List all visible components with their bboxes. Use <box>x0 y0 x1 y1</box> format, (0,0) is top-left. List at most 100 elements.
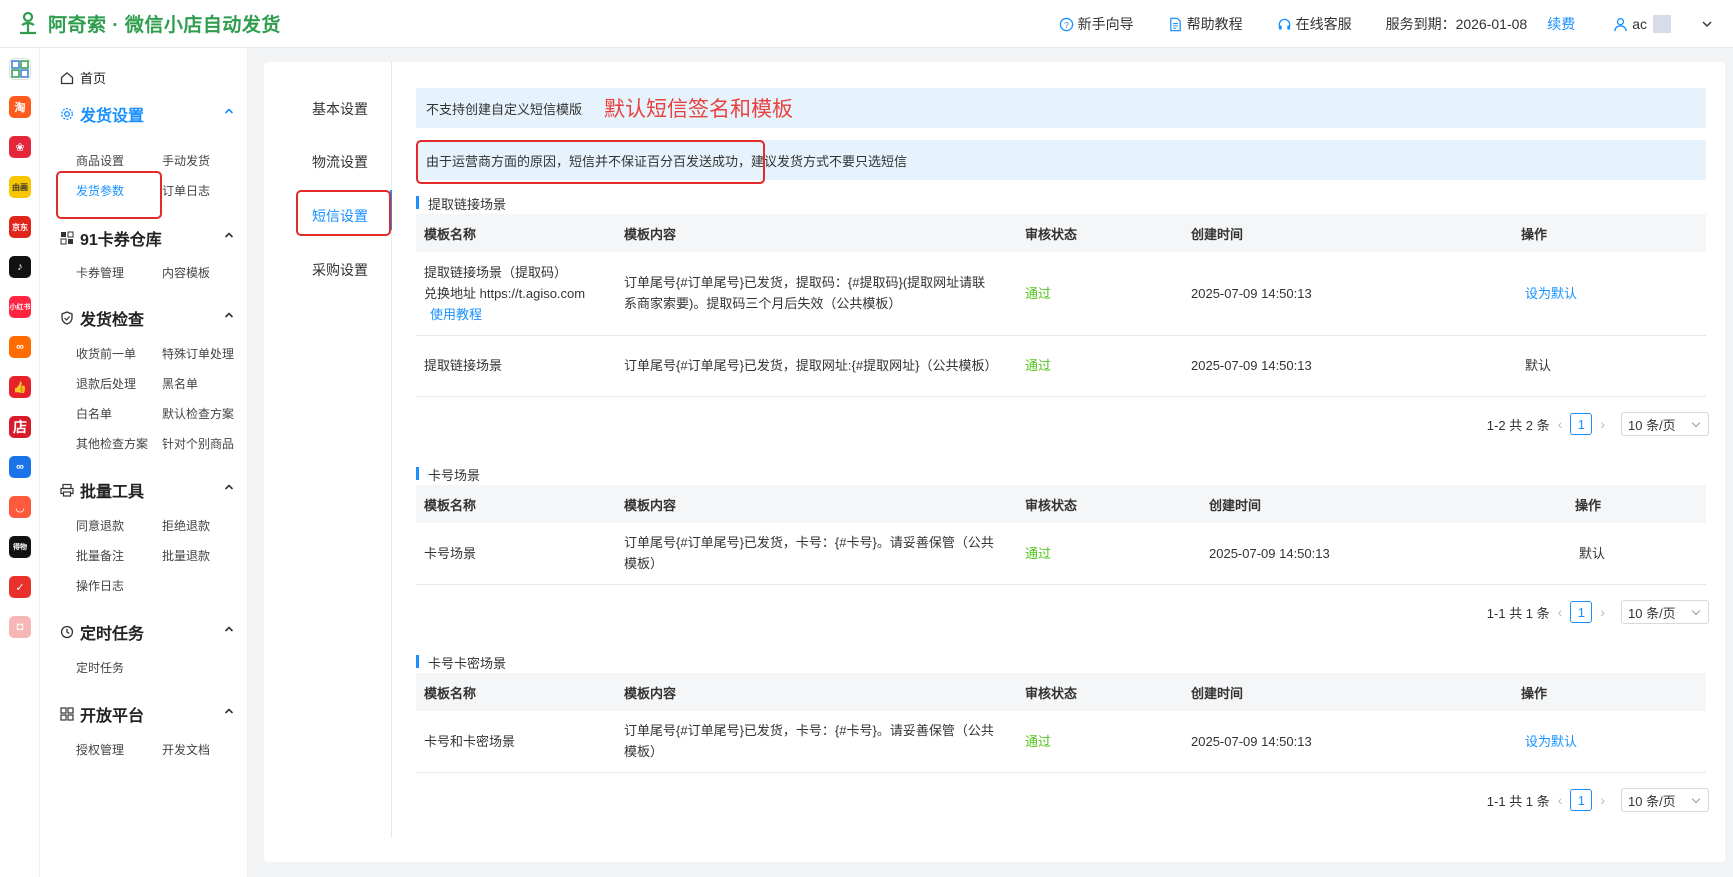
sidebar-item-content-template[interactable]: 内容模板 <box>162 264 210 281</box>
sidebar-item-auth-management[interactable]: 授权管理 <box>76 741 124 758</box>
cell-content: 订单尾号{#订单尾号}已发货，提取码：{#提取码}(提取网址请联系商家索要)。提… <box>616 252 1017 336</box>
user-menu[interactable]: ac <box>1613 15 1713 33</box>
sidebar-item-batch-refund[interactable]: 批量退款 <box>162 547 210 564</box>
shop-icon[interactable]: 店 <box>9 416 31 438</box>
page-number[interactable]: 1 <box>1570 789 1593 811</box>
taobao-icon[interactable]: 淘 <box>9 96 31 118</box>
help-link[interactable]: 帮助教程 <box>1168 14 1243 34</box>
col-template-name: 模板名称 <box>416 214 616 252</box>
sidebar-item-other-check[interactable]: 其他检查方案 <box>76 435 148 452</box>
sidebar-item-agree-refund[interactable]: 同意退款 <box>76 517 124 534</box>
table-row: 提取链接场景 订单尾号{#订单尾号}已发货，提取网址:{#提取网址}（公共模板）… <box>416 335 1706 397</box>
guide-link[interactable]: ? 新手向导 <box>1059 14 1134 34</box>
col-action: 操作 <box>1513 214 1706 252</box>
sidebar-item-scheduled-task[interactable]: 定时任务 <box>76 659 124 676</box>
sidebar-item-default-check[interactable]: 默认检查方案 <box>162 405 234 422</box>
chevron-up-icon <box>224 708 234 714</box>
tab-purchase[interactable]: 采购设置 <box>312 260 368 280</box>
section-title: 91卡券仓库 <box>80 232 162 249</box>
youzan-icon[interactable]: 由画 <box>9 176 31 198</box>
cell-content: 订单尾号{#订单尾号}已发货，提取网址:{#提取网址}（公共模板） <box>616 335 1017 397</box>
col-review-status: 审核状态 <box>1017 485 1201 523</box>
check-app-icon[interactable]: ✓ <box>9 576 31 598</box>
sidebar-item-order-log[interactable]: 订单日志 <box>162 182 210 199</box>
dewu-icon[interactable]: 得物 <box>9 536 31 558</box>
page-number[interactable]: 1 <box>1570 413 1593 435</box>
notice-text: 不支持创建自定义短信模版 <box>426 101 583 117</box>
pager-summary: 1-1 共 1 条 <box>1486 793 1550 809</box>
xiaohongshu-icon[interactable]: 小红书 <box>9 296 31 318</box>
next-page-icon[interactable]: › <box>1600 604 1605 620</box>
set-default-button[interactable]: 设为默认 <box>1513 252 1706 336</box>
sidebar-item-batch-note[interactable]: 批量备注 <box>76 547 124 564</box>
chevron-up-icon <box>224 232 234 238</box>
sidebar-item-product-settings[interactable]: 商品设置 <box>76 152 124 169</box>
sidebar-section-delivery-check[interactable]: 发货检查 <box>60 306 240 330</box>
pager-summary: 1-2 共 2 条 <box>1486 417 1550 433</box>
thumb-icon[interactable]: 👍 <box>9 376 31 398</box>
next-page-icon[interactable]: › <box>1600 792 1605 808</box>
sidebar-item-dev-docs[interactable]: 开发文档 <box>162 741 210 758</box>
sidebar-item-special-orders[interactable]: 特殊订单处理 <box>162 345 234 362</box>
svg-text:?: ? <box>1064 19 1069 29</box>
douyin-icon[interactable]: ♪ <box>9 256 31 278</box>
cell-created: 2025-07-09 14:50:13 <box>1183 252 1513 336</box>
tab-basic[interactable]: 基本设置 <box>312 99 368 119</box>
qr-grid-icon[interactable] <box>9 58 31 80</box>
table-row: 卡号场景 订单尾号{#订单尾号}已发货，卡号：{#卡号}。请妥善保管（公共模板）… <box>416 523 1706 585</box>
set-default-button[interactable]: 设为默认 <box>1513 711 1706 773</box>
jd-icon[interactable]: 京东 <box>9 216 31 238</box>
page-size-select[interactable]: 10 条/页 <box>1621 412 1709 436</box>
tab-logistics[interactable]: 物流设置 <box>312 152 368 172</box>
prev-page-icon[interactable]: ‹ <box>1558 416 1563 432</box>
page-size-select[interactable]: 10 条/页 <box>1621 788 1709 812</box>
tutorial-link[interactable]: 使用教程 <box>424 304 616 325</box>
pinduoduo-icon[interactable]: ❀ <box>9 136 31 158</box>
sidebar-item-operation-log[interactable]: 操作日志 <box>76 577 124 594</box>
pagination: 1-1 共 1 条 ‹ 1 › 10 条/页 <box>1487 600 1709 624</box>
sidebar-item-before-receipt[interactable]: 收货前一单 <box>76 345 136 362</box>
sidebar-section-scheduled-tasks[interactable]: 定时任务 <box>60 620 240 644</box>
sidebar-item-specific-products[interactable]: 针对个别商品 <box>162 435 234 452</box>
prev-page-icon[interactable]: ‹ <box>1558 604 1563 620</box>
section-title: 发货检查 <box>80 312 145 329</box>
col-template-content: 模板内容 <box>616 214 1017 252</box>
page-size-select[interactable]: 10 条/页 <box>1621 600 1709 624</box>
renew-link[interactable]: 续费 <box>1547 14 1575 34</box>
guide-label: 新手向导 <box>1077 16 1134 32</box>
sidebar-item-whitelist[interactable]: 白名单 <box>76 405 112 422</box>
app-switcher-bar: 淘 ❀ 由画 京东 ♪ 小红书 ∞ 👍 店 ∞ ◡ 得物 ✓ ◘ <box>0 48 40 877</box>
sidebar-item-after-refund[interactable]: 退款后处理 <box>76 375 136 392</box>
col-template-name: 模板名称 <box>416 485 616 523</box>
link-icon[interactable]: ∞ <box>9 456 31 478</box>
cell-created: 2025-07-09 14:50:13 <box>1183 711 1513 773</box>
sidebar-section-batch-tools[interactable]: 批量工具 <box>60 478 240 502</box>
cell-content: 订单尾号{#订单尾号}已发货，卡号：{#卡号}。请妥善保管（公共模板） <box>616 523 1017 585</box>
sidebar-item-reject-refund[interactable]: 拒绝退款 <box>162 517 210 534</box>
sidebar-item-blacklist[interactable]: 黑名单 <box>162 375 198 392</box>
col-created-time: 创建时间 <box>1183 214 1513 252</box>
kuaishou-icon[interactable]: ∞ <box>9 336 31 358</box>
next-page-icon[interactable]: › <box>1600 416 1605 432</box>
avatar <box>1653 15 1671 33</box>
sidebar-section-card-warehouse[interactable]: 91卡券仓库 <box>60 226 240 250</box>
default-label: 默认 <box>1567 523 1706 585</box>
col-created-time: 创建时间 <box>1201 485 1567 523</box>
chevron-up-icon <box>224 108 234 114</box>
prev-page-icon[interactable]: ‹ <box>1558 792 1563 808</box>
store-icon[interactable]: ◡ <box>9 496 31 518</box>
bag-icon[interactable]: ◘ <box>9 616 31 638</box>
service-link[interactable]: 在线客服 <box>1277 14 1352 34</box>
sidebar-item-home[interactable]: 首页 <box>60 68 106 87</box>
table-header-row: 模板名称 模板内容 审核状态 创建时间 操作 <box>416 673 1706 711</box>
table-card-number: 模板名称 模板内容 审核状态 创建时间 操作 卡号场景 订单尾号{#订单尾号}已… <box>416 485 1706 585</box>
sidebar-section-delivery[interactable]: 发货设置 <box>60 102 240 126</box>
sidebar-item-card-management[interactable]: 卡券管理 <box>76 264 124 281</box>
sidebar-section-open-platform[interactable]: 开放平台 <box>60 702 240 726</box>
col-created-time: 创建时间 <box>1183 673 1513 711</box>
page-number[interactable]: 1 <box>1570 601 1593 623</box>
app-logo[interactable]: 阿奇索 · 微信小店自动发货 <box>14 9 281 37</box>
sidebar-item-manual-delivery[interactable]: 手动发货 <box>162 152 210 169</box>
col-action: 操作 <box>1567 485 1706 523</box>
table-header-row: 模板名称 模板内容 审核状态 创建时间 操作 <box>416 214 1706 252</box>
